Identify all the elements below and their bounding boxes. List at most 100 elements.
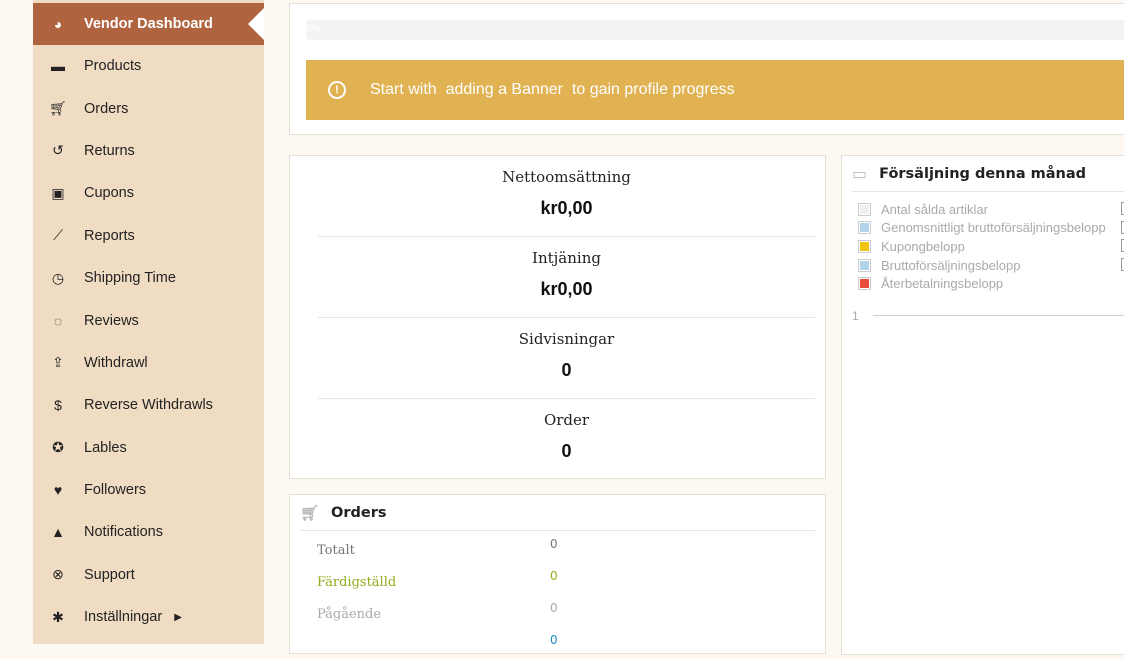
sidebar-item-label: Withdrawl xyxy=(84,354,148,371)
orders-row-value: 0 xyxy=(550,569,558,583)
legend-swatch xyxy=(858,239,871,253)
sales-title: Försäljning denna månad xyxy=(879,165,1087,182)
sidebar-item-label: Notifications xyxy=(84,524,163,541)
sidebar-item-label: Followers xyxy=(84,482,147,499)
legend-swatch xyxy=(858,202,871,216)
axis-tick: 1 xyxy=(852,308,859,323)
cart-icon: 🛒︎ xyxy=(49,100,67,117)
stat-earnings: Intjäning kr0,00 xyxy=(318,237,815,318)
orders-row-label: Totalt xyxy=(317,542,355,558)
legend-swatch xyxy=(858,277,871,291)
undo-icon: ↺ xyxy=(52,142,64,159)
orders-row[interactable]: Färdigställd 0 xyxy=(290,563,825,595)
sales-header: ▭ Försäljning denna månad xyxy=(852,156,1124,192)
sales-this-month-card: ▭ Försäljning denna månad Antal sålda art… xyxy=(841,155,1124,655)
sidebar-item-label: Cupons xyxy=(84,185,134,202)
orders-row-value: 0 xyxy=(550,633,558,647)
profile-progress-card: 0% ! Start with adding a Banner to gain … xyxy=(289,3,1124,135)
orders-row-value: 0 xyxy=(550,537,558,551)
stat-value: 0 xyxy=(561,441,572,461)
sidebar-item-lables[interactable]: ✪ Lables xyxy=(33,427,264,469)
comments-icon: ◌ xyxy=(53,312,63,329)
orders-row-label xyxy=(317,640,550,646)
stat-net-sales: Nettoomsättning kr0,00 xyxy=(318,156,815,237)
sidebar-item-vendor-dashboard[interactable]: ◕ Vendor Dashboard xyxy=(33,3,264,45)
profile-progress-bar: 0% xyxy=(306,20,1124,40)
legend-item[interactable]: Genomsnittligt bruttoförsäljningsbelopp xyxy=(858,219,1124,238)
sidebar-item-label: Orders xyxy=(84,100,129,117)
legend-item[interactable]: Antal sålda artiklar xyxy=(858,200,1124,219)
bell-icon: ▲ xyxy=(51,524,65,541)
progress-label: 0% xyxy=(306,24,321,35)
sidebar-item-label: Lables xyxy=(84,439,127,456)
upload-icon: ⇪ xyxy=(52,354,64,371)
gear-icon: ✱ xyxy=(52,608,64,625)
dollar-icon: $ xyxy=(54,397,62,414)
orders-row[interactable]: Pågående 0 xyxy=(290,595,825,627)
legend-item[interactable]: Återbetalningsbelopp xyxy=(858,274,1124,293)
chart-axis: 1 xyxy=(852,309,1124,323)
alert-circle-icon: ! xyxy=(328,81,346,99)
stat-pageviews: Sidvisningar 0 xyxy=(318,318,815,399)
legend-item[interactable]: Kupongbelopp xyxy=(858,237,1124,256)
sidebar-item-products[interactable]: ▬ Products xyxy=(33,45,264,87)
sidebar-item-label: Shipping Time xyxy=(84,270,176,287)
legend-item[interactable]: Bruttoförsäljningsbelopp xyxy=(858,256,1124,275)
sidebar: ◕ Vendor Dashboard ▬ Products 🛒︎ Orders ↺ Retur… xyxy=(33,0,264,644)
sidebar-item-label: Reports xyxy=(84,227,135,244)
orders-header: 🛒︎ Orders xyxy=(300,495,815,531)
stat-value: 0 xyxy=(561,360,572,380)
stat-label: Intjäning xyxy=(532,249,601,267)
sidebar-item-label: Returns xyxy=(84,142,135,159)
stat-label: Nettoomsättning xyxy=(502,168,631,186)
sidebar-item-cupons[interactable]: ▣ Cupons xyxy=(33,172,264,214)
sidebar-item-label: Inställningar xyxy=(84,609,163,626)
sidebar-item-followers[interactable]: ♥ Followers xyxy=(33,469,264,511)
stats-card: Nettoomsättning kr0,00 Intjäning kr0,00 Si… xyxy=(289,155,826,479)
gift-icon: ▣ xyxy=(51,184,65,201)
legend-swatch xyxy=(858,258,871,272)
legend-label: Återbetalningsbelopp xyxy=(881,276,1004,292)
orders-row-label: Pågående xyxy=(317,606,382,622)
chart-line-icon: ⟋ xyxy=(53,227,63,244)
award-icon: ✪ xyxy=(52,439,64,456)
sidebar-item-notifications[interactable]: ▲ Notifications xyxy=(33,511,264,553)
legend-label: Genomsnittligt bruttoförsäljningsbelopp xyxy=(881,220,1106,236)
sidebar-item-withdrawl[interactable]: ⇪ Withdrawl xyxy=(33,342,264,384)
sidebar-item-label: Products xyxy=(84,58,142,75)
lifering-icon: ⊗ xyxy=(52,566,64,583)
stat-value: kr0,00 xyxy=(540,198,593,218)
briefcase-icon: ▬ xyxy=(51,58,65,75)
orders-row[interactable]: 0 xyxy=(290,627,825,659)
stat-value: kr0,00 xyxy=(540,279,593,299)
stat-orders: Order 0 xyxy=(318,399,815,480)
sidebar-item-returns[interactable]: ↺ Returns xyxy=(33,130,264,172)
sidebar-item-reviews[interactable]: ◌ Reviews xyxy=(33,299,264,341)
legend-label: Kupongbelopp xyxy=(881,238,965,254)
orders-row-label: Färdigställd xyxy=(317,574,397,590)
banner-notice[interactable]: ! Start with adding a Banner to gain pro… xyxy=(306,60,1124,120)
sidebar-item-label: Reverse Withdrawls xyxy=(84,397,213,414)
banner-text: Start with adding a Banner to gain profi… xyxy=(370,81,735,98)
chart-legend: Antal sålda artiklar Genomsnittligt brutt… xyxy=(842,192,1124,293)
sidebar-item-reverse-withdrawls[interactable]: $ Reverse Withdrawls xyxy=(33,384,264,426)
orders-title: Orders xyxy=(331,504,387,521)
stat-label: Sidvisningar xyxy=(518,330,615,348)
orders-card: 🛒︎ Orders Totalt 0 Färdigställd 0 Pågående 0 0 xyxy=(289,494,826,654)
sidebar-item-label: Vendor Dashboard xyxy=(84,16,213,32)
clock-icon: ◷ xyxy=(51,269,65,286)
stat-label: Order xyxy=(543,411,590,429)
sidebar-item-shipping-time[interactable]: ◷ Shipping Time xyxy=(33,257,264,299)
sidebar-item-orders[interactable]: 🛒︎ Orders xyxy=(33,87,264,129)
sidebar-item-support[interactable]: ⊗ Support xyxy=(33,554,264,596)
cart-icon: 🛒︎ xyxy=(300,503,320,522)
dashboard-icon: ◕ xyxy=(53,16,63,32)
heart-icon: ♥ xyxy=(53,482,63,499)
caret-right-icon: ▶ xyxy=(174,611,182,623)
sidebar-item-inst-llningar[interactable]: ✱ Inställningar ▶ xyxy=(33,596,264,638)
sidebar-item-reports[interactable]: ⟋ Reports xyxy=(33,215,264,257)
orders-row-value: 0 xyxy=(550,601,558,615)
legend-label: Antal sålda artiklar xyxy=(881,201,988,217)
legend-swatch xyxy=(858,221,871,235)
orders-row[interactable]: Totalt 0 xyxy=(290,531,825,563)
